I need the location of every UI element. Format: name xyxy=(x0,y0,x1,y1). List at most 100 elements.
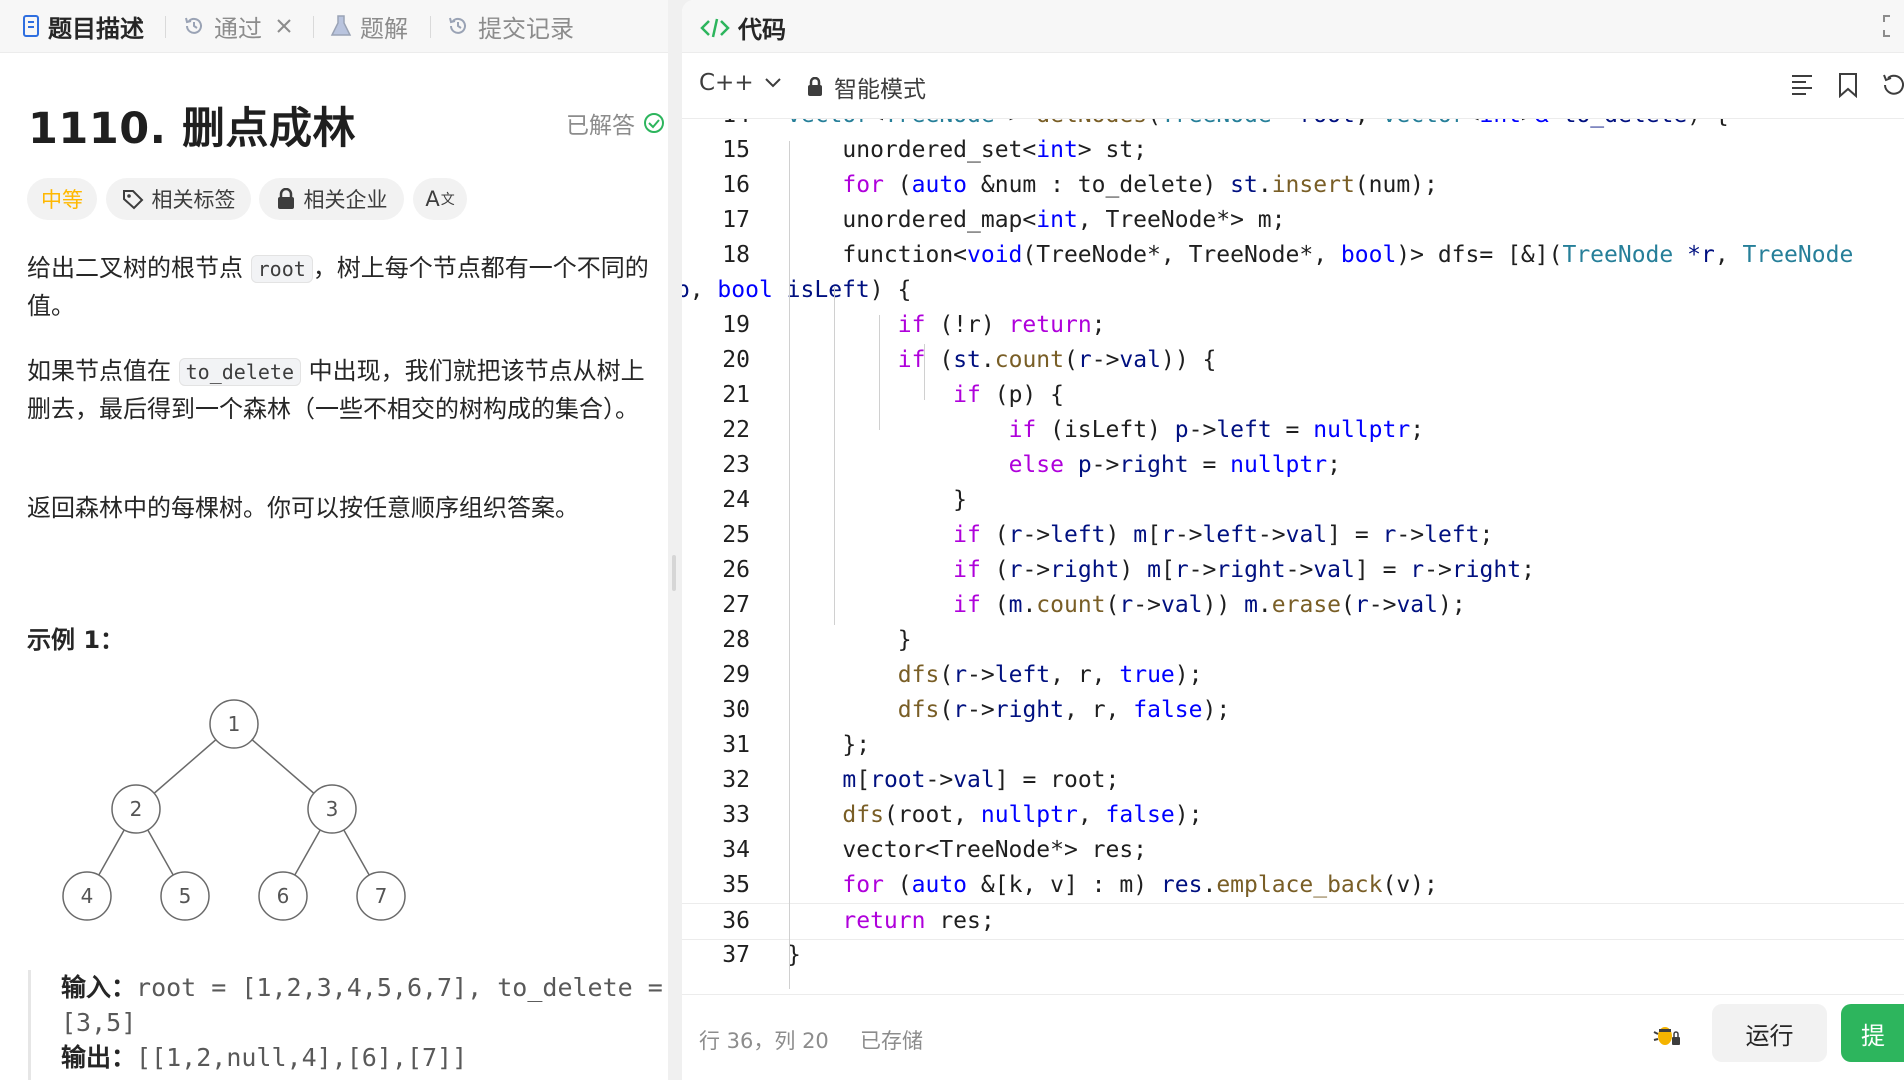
code-line[interactable]: 26 if (r->right) m[r->right->val] = r->r… xyxy=(682,553,1904,588)
save-status: 已存储 xyxy=(860,1029,923,1053)
code-line-current[interactable]: 36 return res; xyxy=(682,903,1904,940)
language-select[interactable]: C++ xyxy=(699,70,782,96)
code-line[interactable]: 34 vector<TreeNode*> res; xyxy=(682,833,1904,868)
related-companies-button[interactable]: 相关企业 xyxy=(259,178,404,220)
submit-button[interactable]: 提 xyxy=(1841,1004,1904,1062)
translate-button[interactable]: A文 xyxy=(413,178,467,220)
smart-mode-toggle[interactable]: 智能模式 xyxy=(806,70,926,104)
line-number: 25 xyxy=(722,522,750,548)
tab-submissions-label: 提交记录 xyxy=(478,14,574,43)
code-line[interactable]: 19 if (!r) return; xyxy=(682,308,1904,343)
code-line[interactable]: 21 if (p) { xyxy=(682,378,1904,413)
code-panel: 代码 C++ 智能模式 14 vector<TreeNode*> delNodes… xyxy=(682,0,1904,1080)
tab-submissions[interactable]: 提交记录 xyxy=(446,0,574,52)
line-number: 26 xyxy=(722,557,750,583)
inline-code-root: root xyxy=(250,255,313,283)
code-line[interactable]: 33 dfs(root, nullptr, false); xyxy=(682,798,1904,833)
code-text: dfs(r->right, r, false); xyxy=(897,697,1231,723)
line-number: 20 xyxy=(722,347,750,373)
code-line[interactable]: 20 if (st.count(r->val)) { xyxy=(682,343,1904,378)
code-panel-header: 代码 xyxy=(682,0,1904,53)
code-text: *p, bool isLeft) { xyxy=(682,277,912,303)
lock-icon xyxy=(277,188,294,209)
bookmark-icon[interactable] xyxy=(1837,72,1859,98)
code-line[interactable]: 25 if (r->left) m[r->left->val] = r->lef… xyxy=(682,518,1904,553)
code-line[interactable]: 35 for (auto &[k, v] : m) res.emplace_ba… xyxy=(682,868,1904,903)
description-paragraph-2: 如果节点值在 to_delete 中出现，我们就把该节点从树上删去，最后得到一个… xyxy=(27,357,645,423)
code-text: m[root->val] = root; xyxy=(842,767,1120,793)
line-number: 15 xyxy=(722,137,750,163)
line-number: 23 xyxy=(722,452,750,478)
indent-guide xyxy=(789,141,790,989)
indent-guide xyxy=(924,344,925,400)
code-line[interactable]: 30 dfs(r->right, r, false); xyxy=(682,693,1904,728)
code-line[interactable]: 16 for (auto &num : to_delete) st.insert… xyxy=(682,168,1904,203)
tab-description[interactable]: 题目描述 xyxy=(22,0,144,52)
code-text: for (auto &num : to_delete) st.insert(nu… xyxy=(842,172,1438,198)
line-number: 33 xyxy=(722,802,750,828)
format-code-icon[interactable] xyxy=(1790,72,1814,96)
document-icon xyxy=(23,15,39,37)
problem-panel: 题目描述 通过 题解 提交记录 1110. 删点成林 已解答 中等 相关标签 相… xyxy=(0,0,668,1080)
history-icon xyxy=(449,17,466,34)
panel-resize-handle[interactable] xyxy=(672,555,676,591)
line-number: 28 xyxy=(722,627,750,653)
reset-icon[interactable] xyxy=(1882,72,1904,96)
tree-node-1: 1 xyxy=(228,712,241,736)
description-paragraph-1: 给出二叉树的根节点 root ，树上每个节点都有一个不同的值。 xyxy=(27,254,649,320)
tab-passed[interactable]: 通过 xyxy=(182,0,300,52)
expand-icon[interactable] xyxy=(1882,14,1902,38)
close-icon[interactable] xyxy=(276,18,292,34)
flask-icon xyxy=(330,15,352,36)
code-line[interactable]: *p, bool isLeft) { xyxy=(682,273,1904,308)
code-text: vector<TreeNode*> delNodes(TreeNode* roo… xyxy=(787,119,1729,133)
editor-toolbar: C++ 智能模式 xyxy=(682,52,1904,119)
problem-title: 1110. 删点成林 xyxy=(28,104,356,154)
line-number: 14 xyxy=(682,119,750,133)
tab-solutions-label: 题解 xyxy=(360,14,408,43)
code-line[interactable]: 37} xyxy=(682,938,1904,973)
debug-icon[interactable] xyxy=(1652,1020,1682,1050)
code-text: for (auto &[k, v] : m) res.emplace_back(… xyxy=(842,872,1438,898)
related-tags-button[interactable]: 相关标签 xyxy=(106,178,251,220)
line-number: 18 xyxy=(722,242,750,268)
tree-node-6: 6 xyxy=(277,884,290,908)
run-button[interactable]: 运行 xyxy=(1712,1004,1827,1062)
tree-node-2: 2 xyxy=(130,797,143,821)
code-line[interactable]: 24 } xyxy=(682,483,1904,518)
tab-solutions[interactable]: 题解 xyxy=(330,0,408,52)
code-line[interactable]: 14 vector<TreeNode*> delNodes(TreeNode* r… xyxy=(682,119,1904,133)
line-number: 29 xyxy=(722,662,750,688)
language-select-value: C++ xyxy=(699,70,754,96)
code-text: } xyxy=(787,487,968,513)
example-tree-diagram: 1 2 3 4 5 6 7 xyxy=(62,699,406,921)
code-line[interactable]: 31 }; xyxy=(682,728,1904,763)
code-icon xyxy=(700,18,730,37)
code-text: function<void(TreeNode*, TreeNode*, bool… xyxy=(787,242,1854,268)
tab-description-label: 题目描述 xyxy=(48,14,144,43)
line-number: 27 xyxy=(722,592,750,618)
code-line[interactable]: 27 if (m.count(r->val)) m.erase(r->val); xyxy=(682,588,1904,623)
code-line[interactable]: 32 m[root->val] = root; xyxy=(682,763,1904,798)
code-text: if (m.count(r->val)) m.erase(r->val); xyxy=(953,592,1466,618)
line-number: 19 xyxy=(722,312,750,338)
code-line[interactable]: 22 if (isLeft) p->left = nullptr; xyxy=(682,413,1904,448)
code-line[interactable]: 15 unordered_set<int> st; xyxy=(682,133,1904,168)
code-text: } xyxy=(787,627,912,653)
line-number: 34 xyxy=(722,837,750,863)
code-line[interactable]: 23 else p->right = nullptr; xyxy=(682,448,1904,483)
code-text: }; xyxy=(787,732,871,758)
code-line[interactable]: 28 } xyxy=(682,623,1904,658)
code-panel-title-label: 代码 xyxy=(738,16,786,44)
code-editor[interactable]: 14 vector<TreeNode*> delNodes(TreeNode* r… xyxy=(682,119,1904,989)
code-line[interactable]: 18 function<void(TreeNode*, TreeNode*, b… xyxy=(682,238,1904,273)
difficulty-badge: 中等 xyxy=(27,178,97,220)
code-text: else p->right = nullptr; xyxy=(1008,452,1341,478)
tab-divider xyxy=(430,16,431,38)
code-line[interactable]: 17 unordered_map<int, TreeNode*> m; xyxy=(682,203,1904,238)
example-io-block: 输入：root = [1,2,3,4,5,6,7], to_delete = [… xyxy=(28,970,668,1080)
example-output: 输出：[[1,2,null,4],[6],[7]] xyxy=(61,1043,468,1072)
line-number: 36 xyxy=(722,908,750,934)
code-line[interactable]: 29 dfs(r->left, r, true); xyxy=(682,658,1904,693)
solved-status: 已解答 xyxy=(566,106,665,140)
